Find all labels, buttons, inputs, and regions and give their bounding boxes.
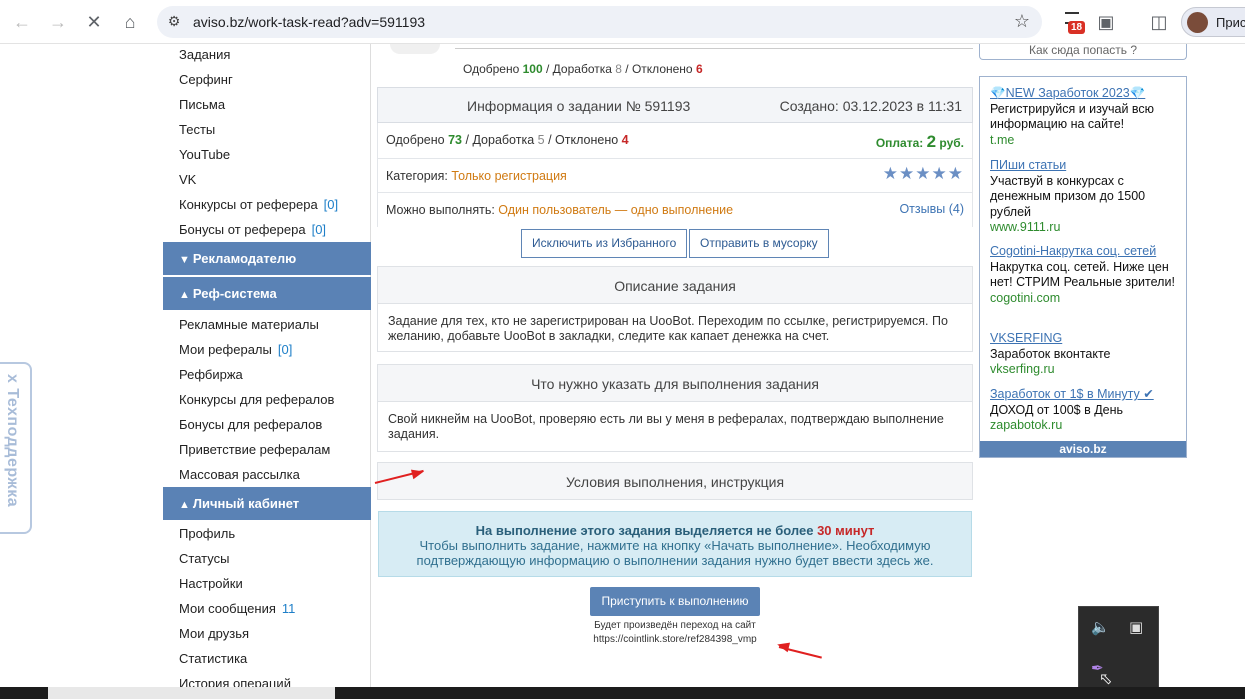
chevron-up-icon: ▲ bbox=[179, 289, 190, 301]
task-title: Информация о задании № 591193 bbox=[467, 98, 691, 114]
taskbar bbox=[0, 687, 1245, 699]
task-payment: Оплата: 2 руб. bbox=[875, 132, 964, 151]
bookmark-star-icon[interactable]: ☆ bbox=[1014, 11, 1030, 32]
sidebar-item-ref-bonuses[interactable]: Бонусы для рефералов bbox=[179, 417, 322, 432]
task-stats-row: Одобрено 73 / Доработка 5 / Отклонено 4 … bbox=[377, 123, 973, 159]
avatar bbox=[1187, 12, 1208, 33]
side-panel-icon[interactable]: ◫ bbox=[1147, 10, 1171, 34]
sidebar-item-statistics[interactable]: Статистика bbox=[179, 651, 247, 666]
task-can-do-row: Можно выполнять: Один пользователь — одн… bbox=[377, 193, 973, 227]
category-value: Только регистрация bbox=[451, 169, 567, 183]
sidebar-item-mass-mailing[interactable]: Массовая рассылка bbox=[179, 467, 300, 482]
count-badge: [0] bbox=[277, 342, 293, 357]
browser-toolbar: ← → ✕ ⌂ ⚙ aviso.bz/work-task-read?adv=59… bbox=[0, 0, 1245, 44]
sidebar-item-youtube[interactable]: YouTube bbox=[179, 147, 230, 162]
ad-item[interactable]: ПИши статьи Участвуй в конкурсах с денеж… bbox=[990, 158, 1180, 236]
back-icon[interactable]: ← bbox=[10, 10, 34, 34]
count-badge: 11 bbox=[281, 601, 296, 616]
close-icon[interactable]: x bbox=[4, 374, 21, 383]
chevron-down-icon: ▼ bbox=[179, 254, 190, 266]
sidebar-item-vk[interactable]: VK bbox=[179, 172, 196, 187]
ads-top-cut[interactable]: Как сюда попасть ? bbox=[979, 44, 1187, 60]
sidebar-item-surfing[interactable]: Серфинг bbox=[179, 72, 233, 87]
network-icon[interactable]: ▣ bbox=[1129, 618, 1143, 636]
start-task-button[interactable]: Приступить к выполнению bbox=[590, 587, 760, 616]
sidebar-item-messages[interactable]: Мои сообщения 11 bbox=[179, 601, 295, 616]
chevron-up-icon: ▲ bbox=[179, 499, 190, 511]
sidebar-section-cabinet[interactable]: ▲ Личный кабинет bbox=[163, 487, 371, 520]
extension-badge-icon[interactable]: 18 bbox=[1063, 10, 1086, 34]
sidebar-item-statuses[interactable]: Статусы bbox=[179, 551, 229, 566]
address-bar[interactable]: ⚙ aviso.bz/work-task-read?adv=591193 ☆ bbox=[157, 6, 1042, 38]
stop-loading-icon[interactable]: ✕ bbox=[82, 10, 106, 34]
sidebar-item-profile[interactable]: Профиль bbox=[179, 526, 235, 541]
extension-badge-count: 18 bbox=[1068, 21, 1086, 34]
profile-name: Прис bbox=[1216, 15, 1245, 30]
sidebar: Задания Серфинг Письма Тесты YouTube VK … bbox=[163, 44, 371, 694]
support-label: Техподдержка bbox=[4, 388, 21, 508]
profile-button[interactable]: Прис bbox=[1181, 7, 1245, 37]
sidebar-item-my-referrals[interactable]: Мои рефералы [0] bbox=[179, 342, 292, 357]
description-header: Описание задания bbox=[377, 266, 973, 304]
ad-item[interactable]: VKSERFING Заработок вконтакте vkserfing.… bbox=[990, 331, 1180, 378]
site-info-icon[interactable]: ⚙ bbox=[165, 13, 183, 31]
reviews-link[interactable]: Отзывы (4) bbox=[899, 202, 964, 216]
sidebar-item-ad-materials[interactable]: Рекламные материалы bbox=[179, 317, 319, 332]
sidebar-section-advertiser[interactable]: ▼ Рекламодателю bbox=[163, 242, 371, 275]
conditions-header[interactable]: Условия выполнения, инструкция bbox=[377, 462, 973, 500]
task-info-header: Информация о задании № 591193 Создано: 0… bbox=[377, 87, 973, 123]
sidebar-item-letters[interactable]: Письма bbox=[179, 97, 225, 112]
sidebar-item-referrer-bonuses[interactable]: Бонусы от реферера [0] bbox=[179, 222, 326, 237]
support-tab[interactable]: x Техподдержка bbox=[0, 362, 32, 534]
description-text: Задание для тех, кто не зарегистрирован … bbox=[377, 304, 973, 352]
ad-item[interactable]: Cogotini-Накрутка соц. сетей Накрутка со… bbox=[990, 244, 1180, 306]
taskbar-search[interactable] bbox=[48, 687, 335, 699]
user-avatar-partial bbox=[390, 44, 440, 54]
redirect-url: https://cointlink.store/ref284398_vmp bbox=[593, 634, 757, 645]
sidebar-item-ref-contests[interactable]: Конкурсы для рефералов bbox=[179, 392, 334, 407]
tray-overflow-popup: 🔈 ▣ ✒ ⬁ bbox=[1078, 606, 1159, 699]
top-stats: Одобрено 100 / Доработка 8 / Отклонено 6 bbox=[463, 62, 703, 76]
sidebar-item-ref-exchange[interactable]: Рефбиржа bbox=[179, 367, 243, 382]
count-badge: [0] bbox=[311, 222, 327, 237]
mouse-cursor-icon: ⬁ bbox=[1099, 671, 1113, 688]
count-badge: [0] bbox=[323, 197, 339, 212]
ads-block: 💎NEW Заработок 2023💎 Регистрируйся и изу… bbox=[979, 76, 1187, 458]
sidebar-item-friends[interactable]: Мои друзья bbox=[179, 626, 249, 641]
sidebar-section-ref-system[interactable]: ▲ Реф-система bbox=[163, 277, 371, 310]
redirect-info: Будет произведён переход на сайт https:/… bbox=[593, 620, 757, 645]
forward-icon[interactable]: → bbox=[46, 10, 70, 34]
task-created: Создано: 03.12.2023 в 11:31 bbox=[779, 98, 962, 114]
ads-footer[interactable]: aviso.bz bbox=[980, 441, 1186, 457]
exclude-favorite-button[interactable]: Исключить из Избранного bbox=[521, 229, 688, 258]
sidebar-item-referrer-contests[interactable]: Конкурсы от реферера [0] bbox=[179, 197, 338, 212]
annotation-arrowhead bbox=[775, 639, 791, 653]
home-icon[interactable]: ⌂ bbox=[118, 10, 142, 34]
sidebar-item-tests[interactable]: Тесты bbox=[179, 122, 215, 137]
speaker-icon[interactable]: 🔈 bbox=[1091, 618, 1110, 636]
task-category-row: Категория: Только регистрация ★★★★★ bbox=[377, 159, 973, 193]
sidebar-item-settings[interactable]: Настройки bbox=[179, 576, 243, 591]
ad-item[interactable]: 💎NEW Заработок 2023💎 Регистрируйся и изу… bbox=[990, 86, 1180, 148]
extensions-puzzle-icon[interactable]: ▣ bbox=[1094, 10, 1118, 34]
report-header: Что нужно указать для выполнения задания bbox=[377, 364, 973, 402]
time-limit-notice: На выполнение этого задания выделяется н… bbox=[378, 511, 972, 577]
ad-item[interactable]: Заработок от 1$ в Минуту ✔ ДОХОД от 100$… bbox=[990, 387, 1180, 434]
can-do-value: Один пользователь — одно выполнение bbox=[498, 203, 734, 217]
url-text[interactable]: aviso.bz/work-task-read?adv=591193 bbox=[193, 14, 425, 30]
send-to-trash-button[interactable]: Отправить в мусорку bbox=[689, 229, 829, 258]
divider bbox=[455, 48, 973, 49]
sidebar-item-ref-greeting[interactable]: Приветствие рефералам bbox=[179, 442, 330, 457]
sidebar-item-tasks[interactable]: Задания bbox=[179, 47, 230, 62]
rating-stars-icon: ★★★★★ bbox=[882, 164, 964, 183]
report-text: Свой никнейм на UooBot, проверяю есть ли… bbox=[377, 402, 973, 452]
